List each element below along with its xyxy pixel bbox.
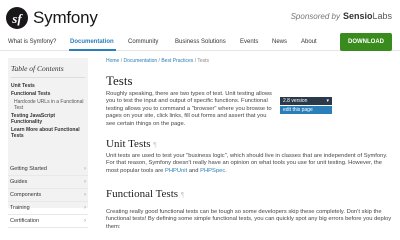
top-header: sf Symfony Sponsored by SensioLabs [0,0,400,37]
version-select[interactable]: 2.8 version ▾ [280,97,332,105]
symfony-logo[interactable]: sf Symfony [6,7,98,29]
sidebar-item-label: Getting Started [10,166,47,172]
side-links: Getting Started › Guides › Components › Tra… [8,163,88,228]
sidebar-item-label: Certification [10,218,40,224]
main-content: Tests [106,68,392,89]
edit-page-button[interactable]: edit this page [280,106,332,114]
sf-logo-icon: sf [6,7,28,29]
chevron-down-icon: ▾ [326,98,329,104]
nav-documentation[interactable]: Documentation [70,39,114,45]
chevron-right-icon: › [84,205,86,211]
breadcrumb-separator: / [194,58,197,64]
chevron-right-icon: › [84,192,86,198]
sidebar-item-label: Guides [10,179,28,185]
sidebar-item-label: Components [10,192,42,198]
sidebar: Table of Contents Unit Tests Functional … [0,53,90,237]
download-button[interactable]: DOWNLOAD [340,33,392,51]
toc-divider [11,77,85,78]
sidebar-item-certification[interactable]: Certification › [8,215,88,228]
phpspec-link[interactable]: PHPSpec [200,168,225,174]
sidebar-item-guides[interactable]: Guides › [8,176,88,189]
nav-what-is-symfony[interactable]: What is Symfony? [8,39,56,45]
page-title: Tests [106,73,133,88]
intro-paragraph: Roughly speaking, there are two types of… [106,91,272,127]
sponsor-banner[interactable]: Sponsored by SensioLabs [291,11,392,21]
logo-text: Symfony [33,8,98,27]
nav-business-solutions[interactable]: Business Solutions [175,39,226,45]
sidebar-item-components[interactable]: Components › [8,189,88,202]
phpunit-link[interactable]: PHPUnit [165,168,187,174]
logo-mark-text: sf [12,10,22,26]
sidebar-item-label: Training [10,205,30,211]
nav-community[interactable]: Community [128,39,158,45]
breadcrumb-separator: / [120,58,123,64]
sidebar-item-getting-started[interactable]: Getting Started › [8,163,88,176]
breadcrumb: Home / Documentation / Best Practices / … [106,58,209,64]
breadcrumb-current: Tests [197,58,210,64]
breadcrumb-best-practices[interactable]: Best Practices [161,58,193,64]
nav-news[interactable]: News [272,39,287,45]
chevron-right-icon: › [84,166,86,172]
breadcrumb-documentation[interactable]: Documentation [124,58,158,64]
sponsor-name: SensioLabs [342,11,392,21]
sponsor-label: Sponsored by [290,11,340,21]
toc-item-hardcode-urls[interactable]: Hardcode URLs in a Functional Test [8,98,88,112]
chevron-right-icon: › [84,179,86,185]
toc-item-unit-tests[interactable]: Unit Tests [8,82,88,90]
toc-item-learn-more[interactable]: Learn More about Functional Tests [8,126,88,140]
unit-tests-paragraph: Unit tests are used to test your "busine… [106,153,388,174]
unit-tests-heading-text: Unit Tests [106,138,151,150]
unit-tests-heading: Unit Tests ¶ [106,138,156,150]
nav-about[interactable]: About [301,39,317,45]
functional-tests-heading-text: Functional Tests [106,188,179,200]
anchor-icon[interactable]: ¶ [181,191,184,199]
toc-item-functional-tests[interactable]: Functional Tests [8,90,88,98]
version-label: 2.8 version [283,98,308,104]
anchor-icon[interactable]: ¶ [153,141,156,149]
version-box: 2.8 version ▾ edit this page [280,97,332,114]
breadcrumb-home[interactable]: Home [106,58,119,64]
nav-active-indicator [69,49,116,51]
sidebar-item-training[interactable]: Training › [8,202,88,215]
toc-item-testing-javascript[interactable]: Testing JavaScript Functionality [8,112,88,126]
nav-events[interactable]: Events [240,39,258,45]
functional-tests-heading: Functional Tests ¶ [106,188,184,200]
breadcrumb-separator: / [158,58,160,64]
functional-tests-paragraph: Creating really good functional tests ca… [106,209,392,230]
chevron-right-icon: › [84,218,86,224]
toc-title: Table of Contents [11,64,64,73]
